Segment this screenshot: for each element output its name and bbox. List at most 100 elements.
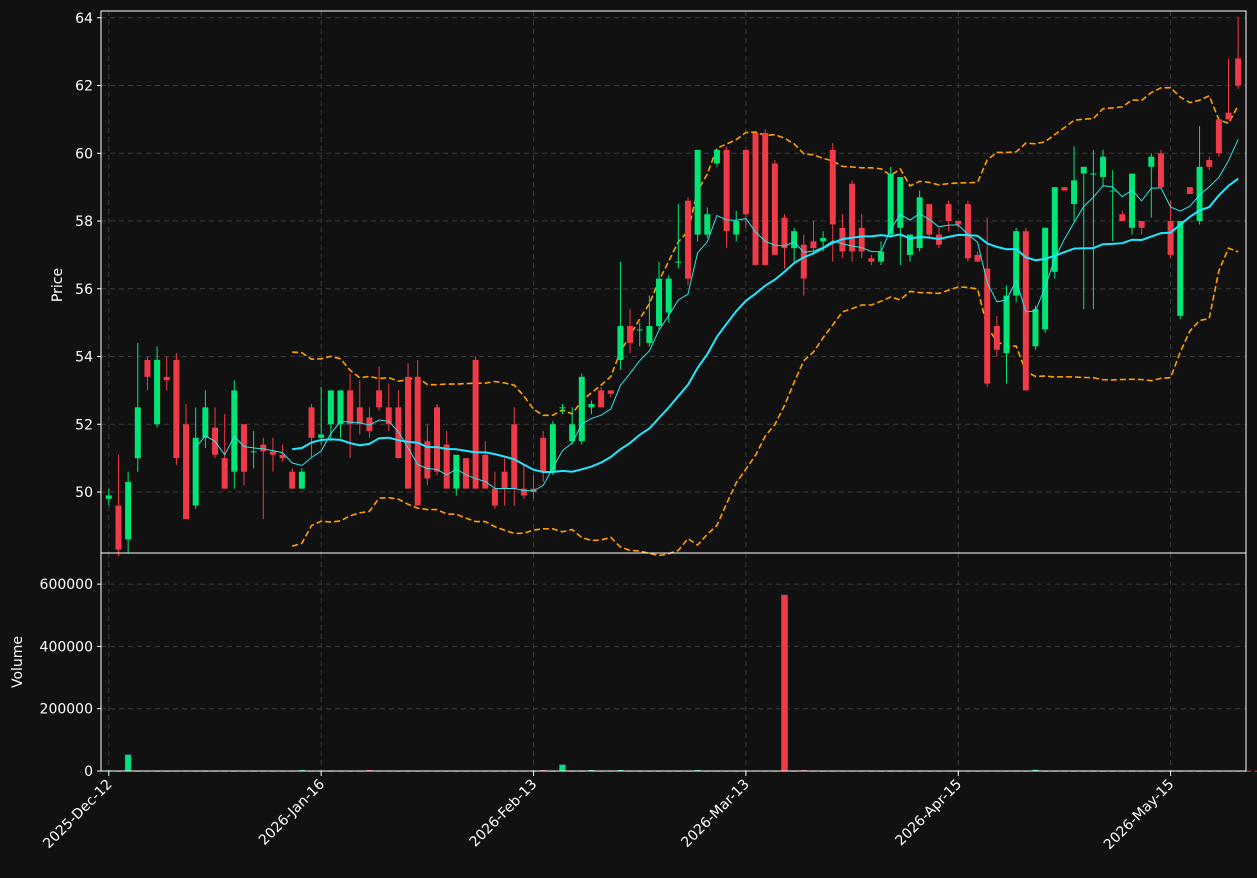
candle-body: [849, 183, 856, 252]
candle-body: [144, 359, 151, 377]
price-tick-label: 50: [75, 485, 93, 501]
candle-body: [260, 444, 267, 452]
candle-body: [588, 403, 595, 408]
volume-bar: [559, 764, 566, 772]
candle-body: [964, 204, 971, 259]
candle-body: [656, 278, 663, 327]
candle-body: [298, 471, 305, 489]
candle-body: [134, 407, 141, 459]
candle-body: [347, 390, 354, 425]
chart-svg: 5052545658606264 0200000400000600000 202…: [0, 0, 1257, 874]
candle-body: [1186, 187, 1193, 194]
candle-body: [231, 390, 238, 472]
price-axis-label: Price: [50, 268, 66, 302]
candle-body: [1109, 190, 1116, 192]
candle-body: [646, 326, 653, 343]
candle-body: [163, 376, 170, 381]
candle-body: [1157, 153, 1164, 188]
candle-body: [868, 258, 875, 262]
candle-body: [1003, 295, 1010, 354]
candle-body: [781, 217, 788, 249]
candle-body: [733, 221, 740, 235]
candle-body: [791, 231, 798, 249]
candle-body: [916, 197, 923, 249]
candle-body: [434, 407, 441, 472]
candle-body: [192, 437, 199, 506]
candle-body: [501, 471, 508, 489]
volume-tick-label: 600000: [40, 577, 93, 593]
candle-body: [183, 424, 190, 520]
candle-body: [491, 488, 498, 506]
candle-body: [897, 176, 904, 228]
candle-body: [202, 407, 209, 438]
volume-tick-label: 400000: [40, 639, 93, 655]
price-tick-label: 60: [75, 146, 93, 162]
candle-body: [289, 471, 296, 489]
candle-body: [115, 505, 122, 550]
candle-body: [559, 407, 566, 409]
candle-body: [1042, 227, 1049, 330]
candle-body: [414, 376, 421, 506]
candle-body: [1206, 160, 1213, 167]
candle-body: [1129, 173, 1135, 228]
volume-tick-label: 0: [84, 764, 93, 780]
price-tick-label: 64: [75, 11, 93, 27]
candle-body: [742, 149, 749, 215]
candle-body: [511, 424, 518, 489]
candle-body: [1100, 156, 1107, 177]
candle-body: [1061, 187, 1068, 191]
candle-body: [250, 451, 257, 453]
candle-body: [1148, 156, 1155, 167]
price-tick-label: 58: [75, 214, 93, 230]
candle-body: [1119, 214, 1126, 222]
candle-body: [713, 149, 720, 164]
candle-body: [636, 329, 643, 331]
candle-body: [443, 444, 450, 489]
candle-body: [337, 390, 344, 425]
volume-axis-label: Volume: [10, 636, 26, 688]
candle-body: [665, 278, 672, 313]
candle-body: [598, 390, 605, 408]
candle-body: [1138, 221, 1145, 228]
candle-body: [1167, 221, 1174, 255]
candle-body: [993, 326, 1000, 350]
candle-body: [675, 261, 682, 263]
candle-body: [945, 204, 952, 222]
candle-body: [540, 437, 547, 472]
candle-body: [810, 241, 817, 249]
candle-body: [1215, 119, 1222, 154]
volume-tick-label: 200000: [40, 702, 93, 718]
candlestick-chart: 50 52 54 56 58 60 62 64 0 200000 400000 600000 202…: [0, 0, 1257, 874]
candle-body: [453, 454, 460, 489]
candle-body: [405, 376, 412, 489]
candle-body: [269, 451, 276, 455]
price-tick-label: 54: [75, 350, 93, 366]
candle-body: [578, 376, 585, 442]
candle-body: [752, 132, 759, 266]
candle-body: [607, 390, 614, 394]
price-tick-label: 56: [75, 282, 93, 298]
candle-body: [327, 390, 334, 425]
candle-body: [1235, 58, 1242, 86]
candle-body: [627, 326, 634, 343]
candle-body: [376, 390, 383, 408]
candle-body: [308, 407, 315, 438]
candle-body: [1177, 221, 1184, 316]
candle-body: [105, 495, 112, 499]
volume-bar: [781, 594, 788, 772]
price-tick-label: 62: [75, 79, 93, 95]
candle-body: [694, 149, 701, 235]
candle-body: [221, 458, 228, 489]
candle-body: [684, 200, 691, 279]
candle-body: [240, 424, 247, 472]
candle-body: [955, 221, 962, 225]
candle-body: [820, 237, 827, 242]
candle-body: [173, 359, 180, 459]
candle-body: [318, 434, 325, 438]
candle-body: [974, 254, 981, 262]
candle-body: [1080, 166, 1087, 174]
candle-body: [704, 214, 711, 235]
candle-body: [356, 407, 363, 425]
candle-body: [154, 359, 161, 425]
candle-body: [878, 251, 885, 262]
